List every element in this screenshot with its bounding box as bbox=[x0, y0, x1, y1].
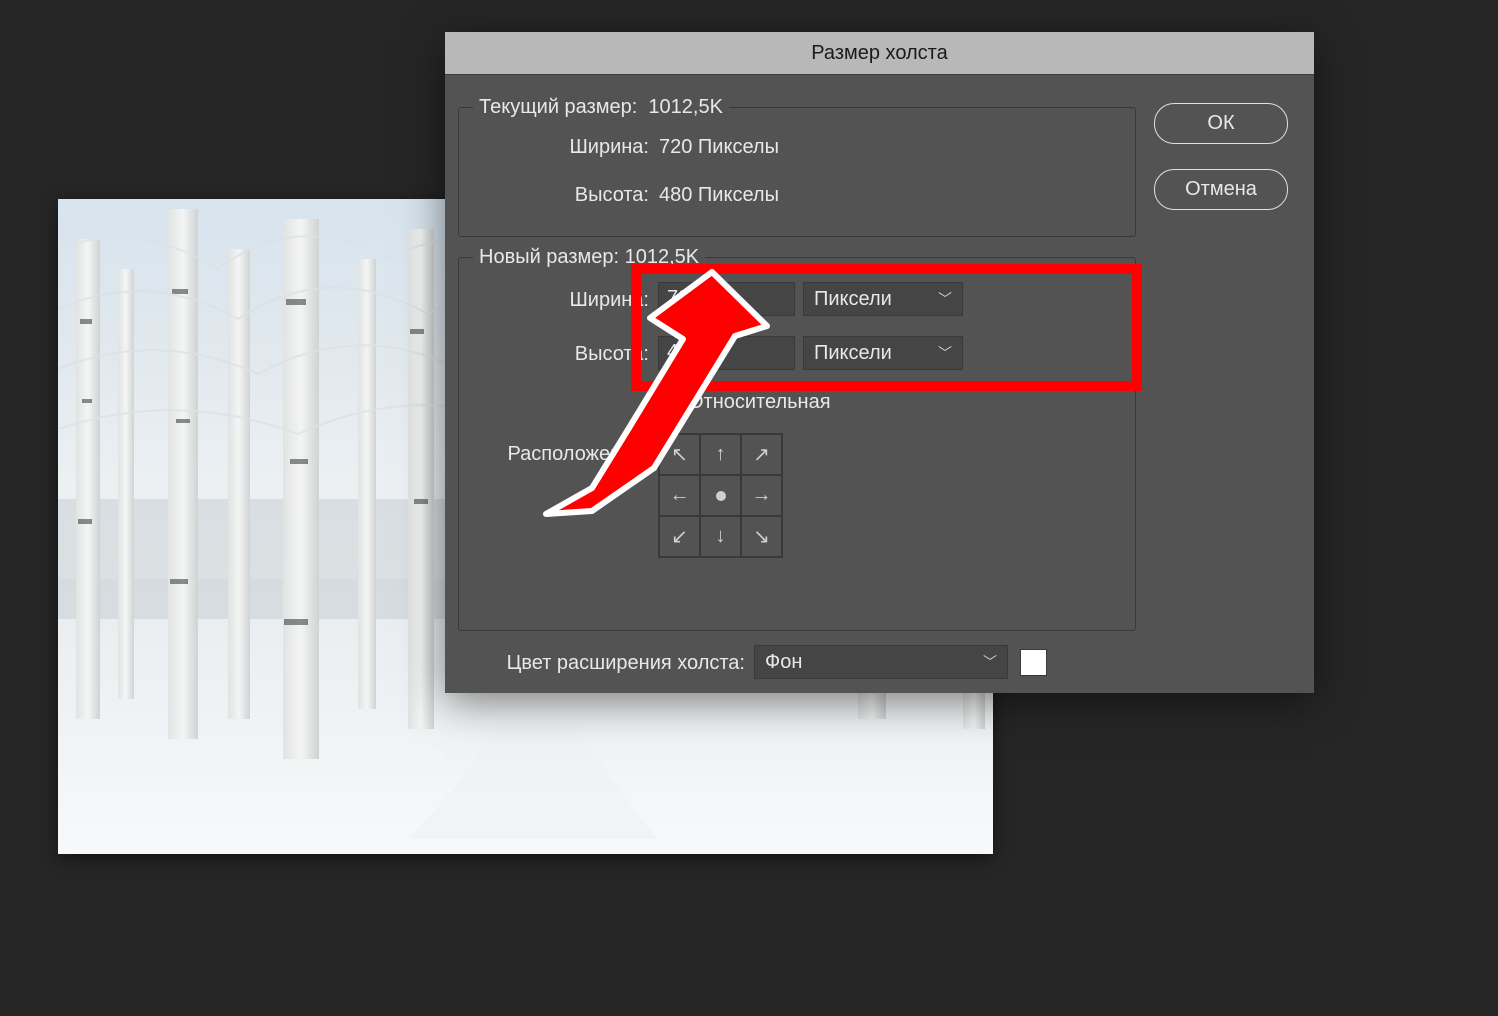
extension-color-swatch[interactable] bbox=[1020, 649, 1047, 676]
new-height-unit-value: Пиксели bbox=[814, 342, 892, 365]
new-size-legend: Новый размер: 1012,5K bbox=[473, 246, 705, 269]
fieldset-new-size: Новый размер: 1012,5K Ширина: 720 Пиксел… bbox=[458, 257, 1136, 631]
new-width-input[interactable]: 720 bbox=[658, 282, 795, 316]
new-width-unit-select[interactable]: Пиксели ﹀ bbox=[803, 282, 963, 316]
arrow-right-icon: → bbox=[752, 484, 772, 507]
canvas-size-dialog: Размер холста Текущий размер: 1012,5K Ши… bbox=[445, 32, 1314, 693]
anchor-bottom-right[interactable]: ↘ bbox=[741, 516, 782, 557]
fieldset-current-size: Текущий размер: 1012,5K Ширина: 720 Пикс… bbox=[458, 107, 1136, 237]
anchor-left[interactable]: ← bbox=[659, 475, 700, 516]
anchor-label: Расположение: bbox=[499, 443, 649, 466]
current-size-legend: Текущий размер: 1012,5K bbox=[473, 96, 729, 119]
arrow-up-left-icon: ↖ bbox=[671, 442, 688, 467]
anchor-center[interactable] bbox=[700, 475, 741, 516]
chevron-down-icon: ﹀ bbox=[938, 343, 952, 363]
current-height-value: 480 Пикселы bbox=[659, 184, 779, 207]
ok-button-label: ОК bbox=[1207, 112, 1234, 135]
current-width-value: 720 Пикселы bbox=[659, 136, 779, 159]
current-height-label: Высота: bbox=[549, 184, 649, 207]
anchor-grid: ↖ ↑ ↗ ← → ↙ ↓ ↘ bbox=[658, 433, 783, 558]
extension-color-value: Фон bbox=[765, 651, 802, 674]
current-width-label: Ширина: bbox=[549, 136, 649, 159]
anchor-top-right[interactable]: ↗ bbox=[741, 434, 782, 475]
dialog-title: Размер холста bbox=[811, 42, 947, 65]
new-height-input[interactable]: 480 bbox=[658, 336, 795, 370]
anchor-right[interactable]: → bbox=[741, 475, 782, 516]
ok-button[interactable]: ОК bbox=[1154, 103, 1288, 144]
anchor-center-dot-icon bbox=[716, 491, 726, 501]
new-height-label: Высота: bbox=[567, 343, 649, 366]
arrow-up-icon: ↑ bbox=[716, 443, 726, 466]
chevron-down-icon: ﹀ bbox=[983, 652, 997, 672]
arrow-down-left-icon: ↙ bbox=[671, 524, 688, 549]
relative-checkbox[interactable] bbox=[658, 393, 679, 414]
arrow-down-right-icon: ↘ bbox=[753, 524, 770, 549]
new-height-unit-select[interactable]: Пиксели ﹀ bbox=[803, 336, 963, 370]
extension-color-select[interactable]: Фон ﹀ bbox=[754, 645, 1008, 679]
anchor-bottom[interactable]: ↓ bbox=[700, 516, 741, 557]
chevron-down-icon: ﹀ bbox=[938, 289, 952, 309]
anchor-top-left[interactable]: ↖ bbox=[659, 434, 700, 475]
arrow-left-icon: ← bbox=[670, 484, 690, 507]
extension-color-label: Цвет расширения холста: bbox=[465, 652, 745, 675]
anchor-bottom-left[interactable]: ↙ bbox=[659, 516, 700, 557]
relative-checkbox-label: Относительная bbox=[688, 391, 831, 414]
arrow-down-icon: ↓ bbox=[716, 525, 726, 548]
arrow-up-right-icon: ↗ bbox=[753, 442, 770, 467]
cancel-button-label: Отмена bbox=[1185, 178, 1257, 201]
anchor-top[interactable]: ↑ bbox=[700, 434, 741, 475]
dialog-titlebar[interactable]: Размер холста bbox=[445, 32, 1314, 75]
new-width-unit-value: Пиксели bbox=[814, 288, 892, 311]
cancel-button[interactable]: Отмена bbox=[1154, 169, 1288, 210]
new-width-label: Ширина: bbox=[567, 289, 649, 312]
